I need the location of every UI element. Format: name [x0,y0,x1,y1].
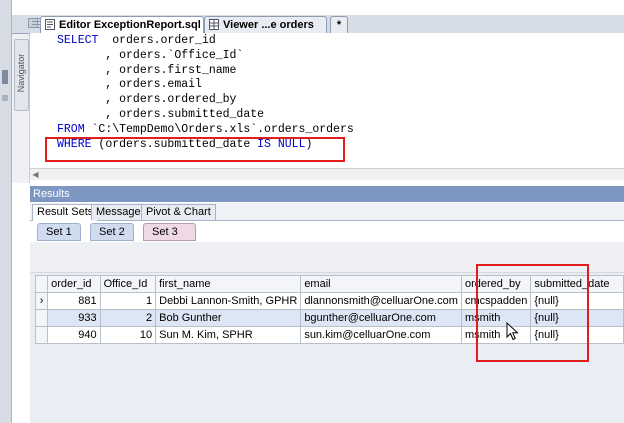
tab-viewer-label: Viewer ...e orders [223,19,314,31]
result-set-tabs: Set 1 Set 2 Set 3 [30,221,624,242]
tab-editor-label: Editor ExceptionReport.sql [59,19,201,31]
tab-result-sets[interactable]: Result Sets [32,204,99,221]
tab-set-2[interactable]: Set 2 [90,223,134,241]
cell-email[interactable]: dlannonsmith@celluarOne.com [300,292,462,310]
tab-editor[interactable]: Editor ExceptionReport.sql [40,16,204,33]
cell-office-id[interactable]: 2 [99,309,157,327]
cell-email[interactable]: bgunther@celluarOne.com [300,309,462,327]
cell-order-id[interactable]: 940 [47,326,101,344]
column-header[interactable]: email [300,275,462,293]
grid-view-icon [209,19,219,30]
panel-marker [2,70,8,84]
sql-keyword: SELECT [57,34,99,47]
code-line: , orders.first_name [57,63,237,77]
tab-viewer[interactable]: Viewer ...e orders [204,16,327,33]
sql-keyword: FROM [57,122,85,136]
code-line: SELECT orders.order_id [57,34,216,47]
code-line: , orders.submitted_date [57,107,265,121]
mouse-pointer-icon [506,322,519,341]
panel-marker [2,95,8,101]
cell-office-id[interactable]: 10 [99,326,157,344]
row-indicator-header [34,275,49,293]
cell-email[interactable]: sun.kim@celluarOne.com [300,326,462,344]
left-panel-strip [0,0,12,423]
navigator-strip: Navigator [12,33,30,183]
cell-first-name[interactable]: Sun M. Kim, SPHR [155,326,302,344]
code-line: FROM `C:\TempDemo\Orders.xls`.orders_ord… [57,122,354,136]
scroll-left-icon[interactable]: ◀ [30,169,41,180]
cell-order-id[interactable]: 881 [47,292,101,310]
results-tab-bar: Result Sets Messages Pivot & Chart [30,203,624,221]
grip-icon[interactable] [32,18,40,30]
tab-set-1[interactable]: Set 1 [37,223,81,241]
results-panel-title: Results [30,186,624,202]
tab-new[interactable]: * [330,16,348,33]
tab-new-label: * [336,19,342,31]
cell-office-id[interactable]: 1 [99,292,157,310]
where-clause-highlight [45,137,345,162]
code-line: , orders.email [57,78,202,92]
code-line: , orders.`Office_Id` [57,48,244,62]
column-header[interactable]: order_id [47,275,101,293]
cell-first-name[interactable]: Bob Gunther [155,309,302,327]
column-header[interactable]: first_name [155,275,302,293]
row-indicator[interactable] [34,309,49,327]
code-line: , orders.ordered_by [57,93,237,107]
document-tab-bar: Editor ExceptionReport.sql Viewer ...e o… [12,15,624,34]
row-indicator[interactable]: › [34,292,49,310]
sql-code[interactable]: SELECT orders.order_id , orders.`Office_… [57,34,354,152]
cell-order-id[interactable]: 933 [47,309,101,327]
tab-set-3[interactable]: Set 3 [143,223,196,241]
editor-hscrollbar[interactable]: ◀ [30,168,624,180]
submitted-date-highlight [476,264,589,362]
navigator-label: Navigator [16,53,26,93]
sql-file-icon [45,19,55,30]
row-indicator[interactable] [34,326,49,344]
tab-pivot-chart[interactable]: Pivot & Chart [141,204,216,220]
column-header[interactable]: Office_Id [99,275,157,293]
cell-first-name[interactable]: Debbi Lannon-Smith, GPHR [155,292,302,310]
navigator-tab[interactable]: Navigator [14,39,29,111]
